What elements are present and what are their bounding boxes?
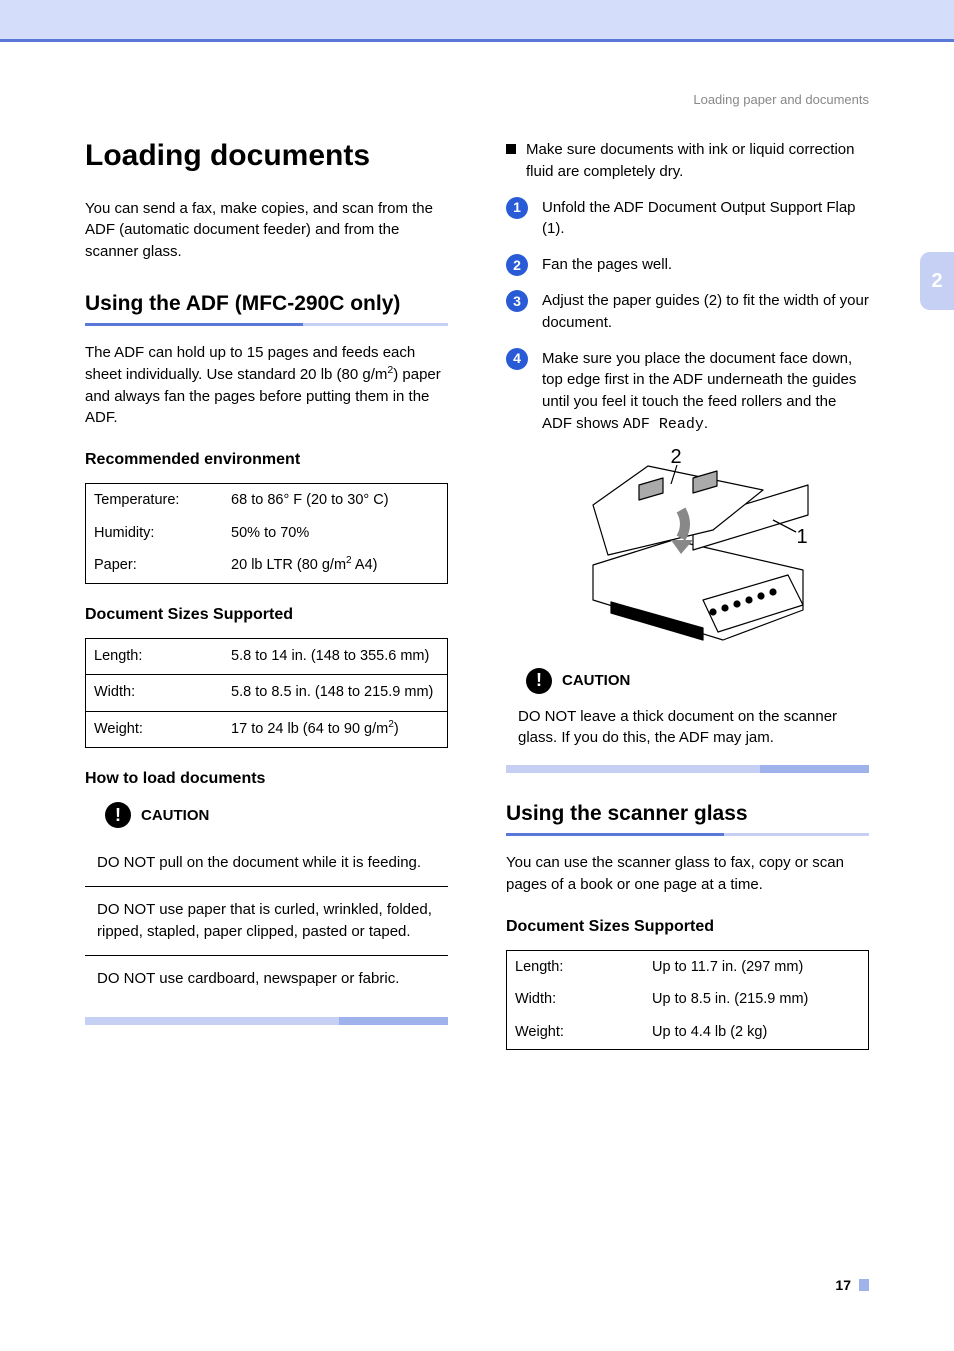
env-paper-val-a: 20 lb LTR (80 g/m [231,557,346,573]
adf-paragraph-a: The ADF can hold up to 15 pages and feed… [85,344,415,383]
step-3: 3 Adjust the paper guides (2) to fit the… [506,290,869,334]
step-number-icon: 1 [506,197,528,219]
size-weight-key: Weight: [86,711,224,748]
bullet-text: Make sure documents with ink or liquid c… [526,139,869,183]
caution-item-3: DO NOT use cardboard, newspaper or fabri… [85,955,448,1002]
diagram-callout-2: 2 [671,446,682,469]
env-humidity-key: Humidity: [86,518,224,551]
heading-adf: Using the ADF (MFC-290C only) [85,291,448,317]
top-bar [0,0,954,42]
caution-icon: ! [526,668,552,694]
size-weight-val-a: 17 to 24 lb (64 to 90 g/m [231,721,388,737]
glass-weight-key: Weight: [507,1017,645,1050]
caution-item-1: DO NOT pull on the document while it is … [85,840,448,886]
env-paper-val: 20 lb LTR (80 g/m2 A4) [223,550,447,583]
table-row: Weight: 17 to 24 lb (64 to 90 g/m2) [86,711,448,748]
heading-underline [85,323,448,326]
heading-recommended-env: Recommended environment [85,451,448,469]
page-title: Loading documents [85,139,448,174]
bullet-item: Make sure documents with ink or liquid c… [506,139,869,183]
size-length-key: Length: [86,638,224,675]
size-width-val: 5.8 to 8.5 in. (148 to 215.9 mm) [223,675,447,712]
adf-diagram: 2 1 [553,450,823,650]
table-doc-sizes: Length: 5.8 to 14 in. (148 to 355.6 mm) … [85,638,448,749]
env-paper-val-b: A4) [352,557,378,573]
step-4-text: Make sure you place the document face do… [542,348,869,436]
glass-length-key: Length: [507,950,645,984]
diagram-callout-1: 1 [797,526,808,549]
caution-header: ! CAUTION [85,802,448,828]
glass-width-key: Width: [507,984,645,1017]
env-humidity-val: 50% to 70% [223,518,447,551]
left-column: Loading documents You can send a fax, ma… [85,139,448,1056]
adf-paragraph: The ADF can hold up to 15 pages and feed… [85,342,448,429]
table-row: Length: 5.8 to 14 in. (148 to 355.6 mm) [86,638,448,675]
step-4-text-c: . [704,415,708,432]
intro-text: You can send a fax, make copies, and sca… [85,198,448,263]
heading-doc-sizes-glass: Document Sizes Supported [506,918,869,936]
size-width-key: Width: [86,675,224,712]
caution-label: CAUTION [562,672,630,689]
chapter-tab: 2 [920,252,954,310]
heading-underline [506,833,869,836]
heading-scanner-glass: Using the scanner glass [506,801,869,827]
size-length-val: 5.8 to 14 in. (148 to 355.6 mm) [223,638,447,675]
table-row: Width: 5.8 to 8.5 in. (148 to 215.9 mm) [86,675,448,712]
step-number-icon: 2 [506,254,528,276]
table-row: Paper: 20 lb LTR (80 g/m2 A4) [86,550,448,583]
page-footer: 17 [835,1277,869,1293]
caution-item-2: DO NOT use paper that is curled, wrinkle… [85,886,448,955]
footer-mark-icon [859,1279,869,1291]
step-2-text: Fan the pages well. [542,254,672,276]
square-bullet-icon [506,144,516,154]
size-weight-val-b: ) [394,721,399,737]
glass-width-val: Up to 8.5 in. (215.9 mm) [644,984,868,1017]
table-row: Width: Up to 8.5 in. (215.9 mm) [507,984,869,1017]
env-paper-key: Paper: [86,550,224,583]
env-temp-key: Temperature: [86,484,224,518]
table-glass-sizes: Length: Up to 11.7 in. (297 mm) Width: U… [506,950,869,1051]
section-divider [85,1017,448,1025]
caution-label: CAUTION [141,807,209,824]
table-row: Length: Up to 11.7 in. (297 mm) [507,950,869,984]
glass-length-val: Up to 11.7 in. (297 mm) [644,950,868,984]
step-number-icon: 3 [506,290,528,312]
size-weight-val: 17 to 24 lb (64 to 90 g/m2) [223,711,447,748]
table-row: Weight: Up to 4.4 lb (2 kg) [507,1017,869,1050]
heading-how-to-load: How to load documents [85,770,448,788]
step-4: 4 Make sure you place the document face … [506,348,869,436]
caution-list: DO NOT pull on the document while it is … [85,840,448,1001]
env-temp-val: 68 to 86° F (20 to 30° C) [223,484,447,518]
step-4-text-b: ADF Ready [623,416,704,433]
step-1: 1 Unfold the ADF Document Output Support… [506,197,869,241]
table-row: Humidity: 50% to 70% [86,518,448,551]
caution-icon: ! [105,802,131,828]
breadcrumb: Loading paper and documents [85,92,869,107]
right-column: Make sure documents with ink or liquid c… [506,139,869,1056]
heading-doc-sizes: Document Sizes Supported [85,606,448,624]
section-divider [506,765,869,773]
table-environment: Temperature: 68 to 86° F (20 to 30° C) H… [85,483,448,584]
glass-weight-val: Up to 4.4 lb (2 kg) [644,1017,868,1050]
step-2: 2 Fan the pages well. [506,254,869,276]
scanner-paragraph: You can use the scanner glass to fax, co… [506,852,869,896]
step-3-text: Adjust the paper guides (2) to fit the w… [542,290,869,334]
page-number: 17 [835,1277,851,1293]
caution-header: ! CAUTION [506,668,869,694]
table-row: Temperature: 68 to 86° F (20 to 30° C) [86,484,448,518]
step-1-text: Unfold the ADF Document Output Support F… [542,197,869,241]
caution-scanner-text: DO NOT leave a thick document on the sca… [506,706,869,750]
step-number-icon: 4 [506,348,528,370]
printer-illustration [553,450,823,650]
